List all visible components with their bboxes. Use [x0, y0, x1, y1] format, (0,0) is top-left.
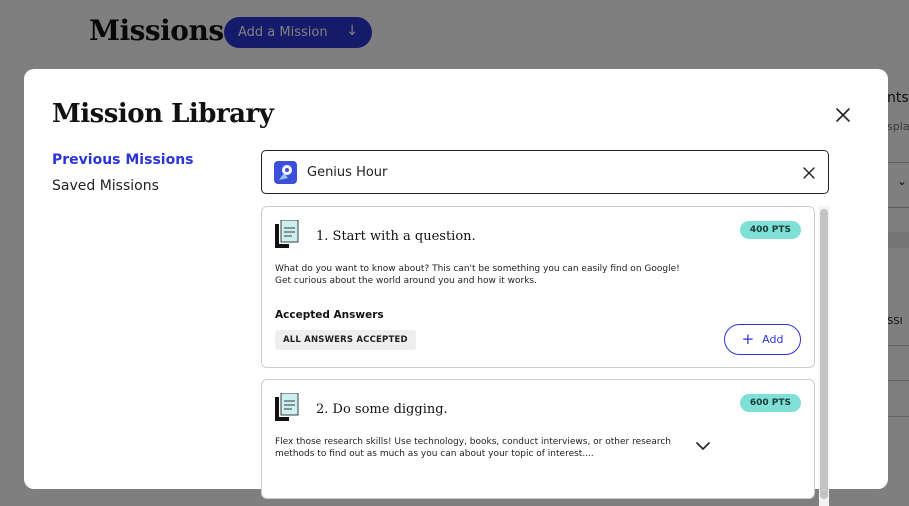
plus-icon: +	[741, 330, 755, 348]
mission-library-modal: Mission Library Previous Missions Saved …	[24, 69, 888, 506]
scrollbar-thumb[interactable]	[820, 209, 828, 499]
mission-description: Flex those research skills! Use technolo…	[275, 437, 672, 459]
mission-description: What do you want to know about? This can…	[275, 264, 680, 286]
close-icon[interactable]	[833, 105, 853, 125]
chevron-down-icon[interactable]	[696, 436, 710, 450]
mission-card: 1. Start with a question. 400 PTS What d…	[261, 206, 815, 368]
nav-saved-missions[interactable]: Saved Missions	[52, 178, 159, 194]
mission-title: 1. Start with a question.	[316, 229, 476, 244]
mission-doc-icon	[275, 392, 301, 423]
points-badge: 600 PTS	[739, 394, 801, 412]
points-badge: 400 PTS	[739, 221, 801, 239]
modal-title: Mission Library	[52, 99, 274, 129]
add-label: Add	[762, 333, 784, 346]
clear-search-icon[interactable]	[802, 165, 816, 179]
mission-doc-icon	[275, 219, 301, 250]
add-mission-button[interactable]: + Add	[724, 324, 801, 355]
search-value: Genius Hour	[307, 165, 388, 180]
genius-hour-icon	[274, 161, 297, 184]
nav-previous-missions[interactable]: Previous Missions	[52, 152, 194, 168]
answers-tag: ALL ANSWERS ACCEPTED	[275, 330, 416, 350]
mission-search-field[interactable]: Genius Hour	[261, 150, 829, 194]
mission-title: 2. Do some digging.	[316, 402, 448, 417]
accepted-answers-label: Accepted Answers	[275, 309, 384, 321]
mission-card: 2. Do some digging. 600 PTS Flex those r…	[261, 379, 815, 499]
